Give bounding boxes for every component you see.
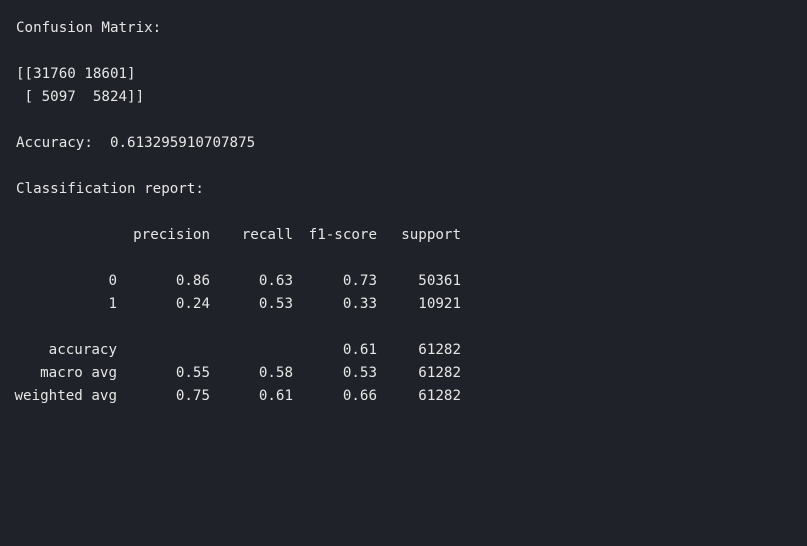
row-support: 61282: [418, 365, 461, 381]
row-recall: 0.58: [258, 365, 293, 381]
row-label: macro avg: [40, 365, 117, 381]
accuracy-label: Accuracy:: [16, 135, 93, 151]
header-support: support: [401, 227, 461, 243]
header-recall: recall: [241, 227, 293, 243]
row-precision: 0.86: [175, 273, 210, 289]
row-label: 1: [108, 296, 117, 312]
row-label: 0: [108, 273, 117, 289]
row-f1: 0.61: [342, 342, 377, 358]
report-row: 1 0.24 0.53 0.33 10921: [16, 293, 796, 316]
confusion-matrix-row-1: [[31760 18601]: [16, 66, 136, 82]
row-support: 61282: [418, 342, 461, 358]
row-label: weighted avg: [14, 388, 118, 404]
row-f1: 0.33: [342, 296, 377, 312]
row-precision: 0.75: [175, 388, 210, 404]
row-f1: 0.73: [342, 273, 377, 289]
summary-row-accuracy: accuracy 0.61 61282: [16, 339, 796, 362]
row-f1: 0.66: [342, 388, 377, 404]
confusion-matrix-heading: Confusion Matrix:: [16, 20, 162, 36]
accuracy-value: 0.613295910707875: [109, 135, 256, 151]
row-support: 61282: [418, 388, 461, 404]
console-output: Confusion Matrix: [[31760 18601] [ 5097 …: [14, 17, 796, 408]
row-support: 50361: [418, 273, 461, 289]
row-support: 10921: [418, 296, 461, 312]
row-label: accuracy: [48, 342, 117, 358]
row-recall: 0.61: [258, 388, 293, 404]
row-precision: 0.55: [175, 365, 210, 381]
confusion-matrix-row-2: [ 5097 5824]]: [16, 89, 145, 105]
accuracy-line: Accuracy: 0.613295910707875: [16, 132, 796, 155]
summary-row-weighted-avg: weighted avg 0.75 0.61 0.66 61282: [14, 385, 796, 408]
summary-row-macro-avg: macro avg 0.55 0.58 0.53 61282: [16, 362, 796, 385]
row-recall: 0.53: [258, 296, 293, 312]
row-precision: 0.24: [175, 296, 210, 312]
report-row: 0 0.86 0.63 0.73 50361: [16, 270, 796, 293]
header-precision: precision: [133, 227, 210, 243]
classification-report-heading: Classification report:: [16, 181, 204, 197]
report-header-row: precision recall f1-score support: [16, 224, 796, 247]
header-f1-score: f1-score: [308, 227, 377, 243]
row-f1: 0.53: [342, 365, 377, 381]
row-recall: 0.63: [258, 273, 293, 289]
